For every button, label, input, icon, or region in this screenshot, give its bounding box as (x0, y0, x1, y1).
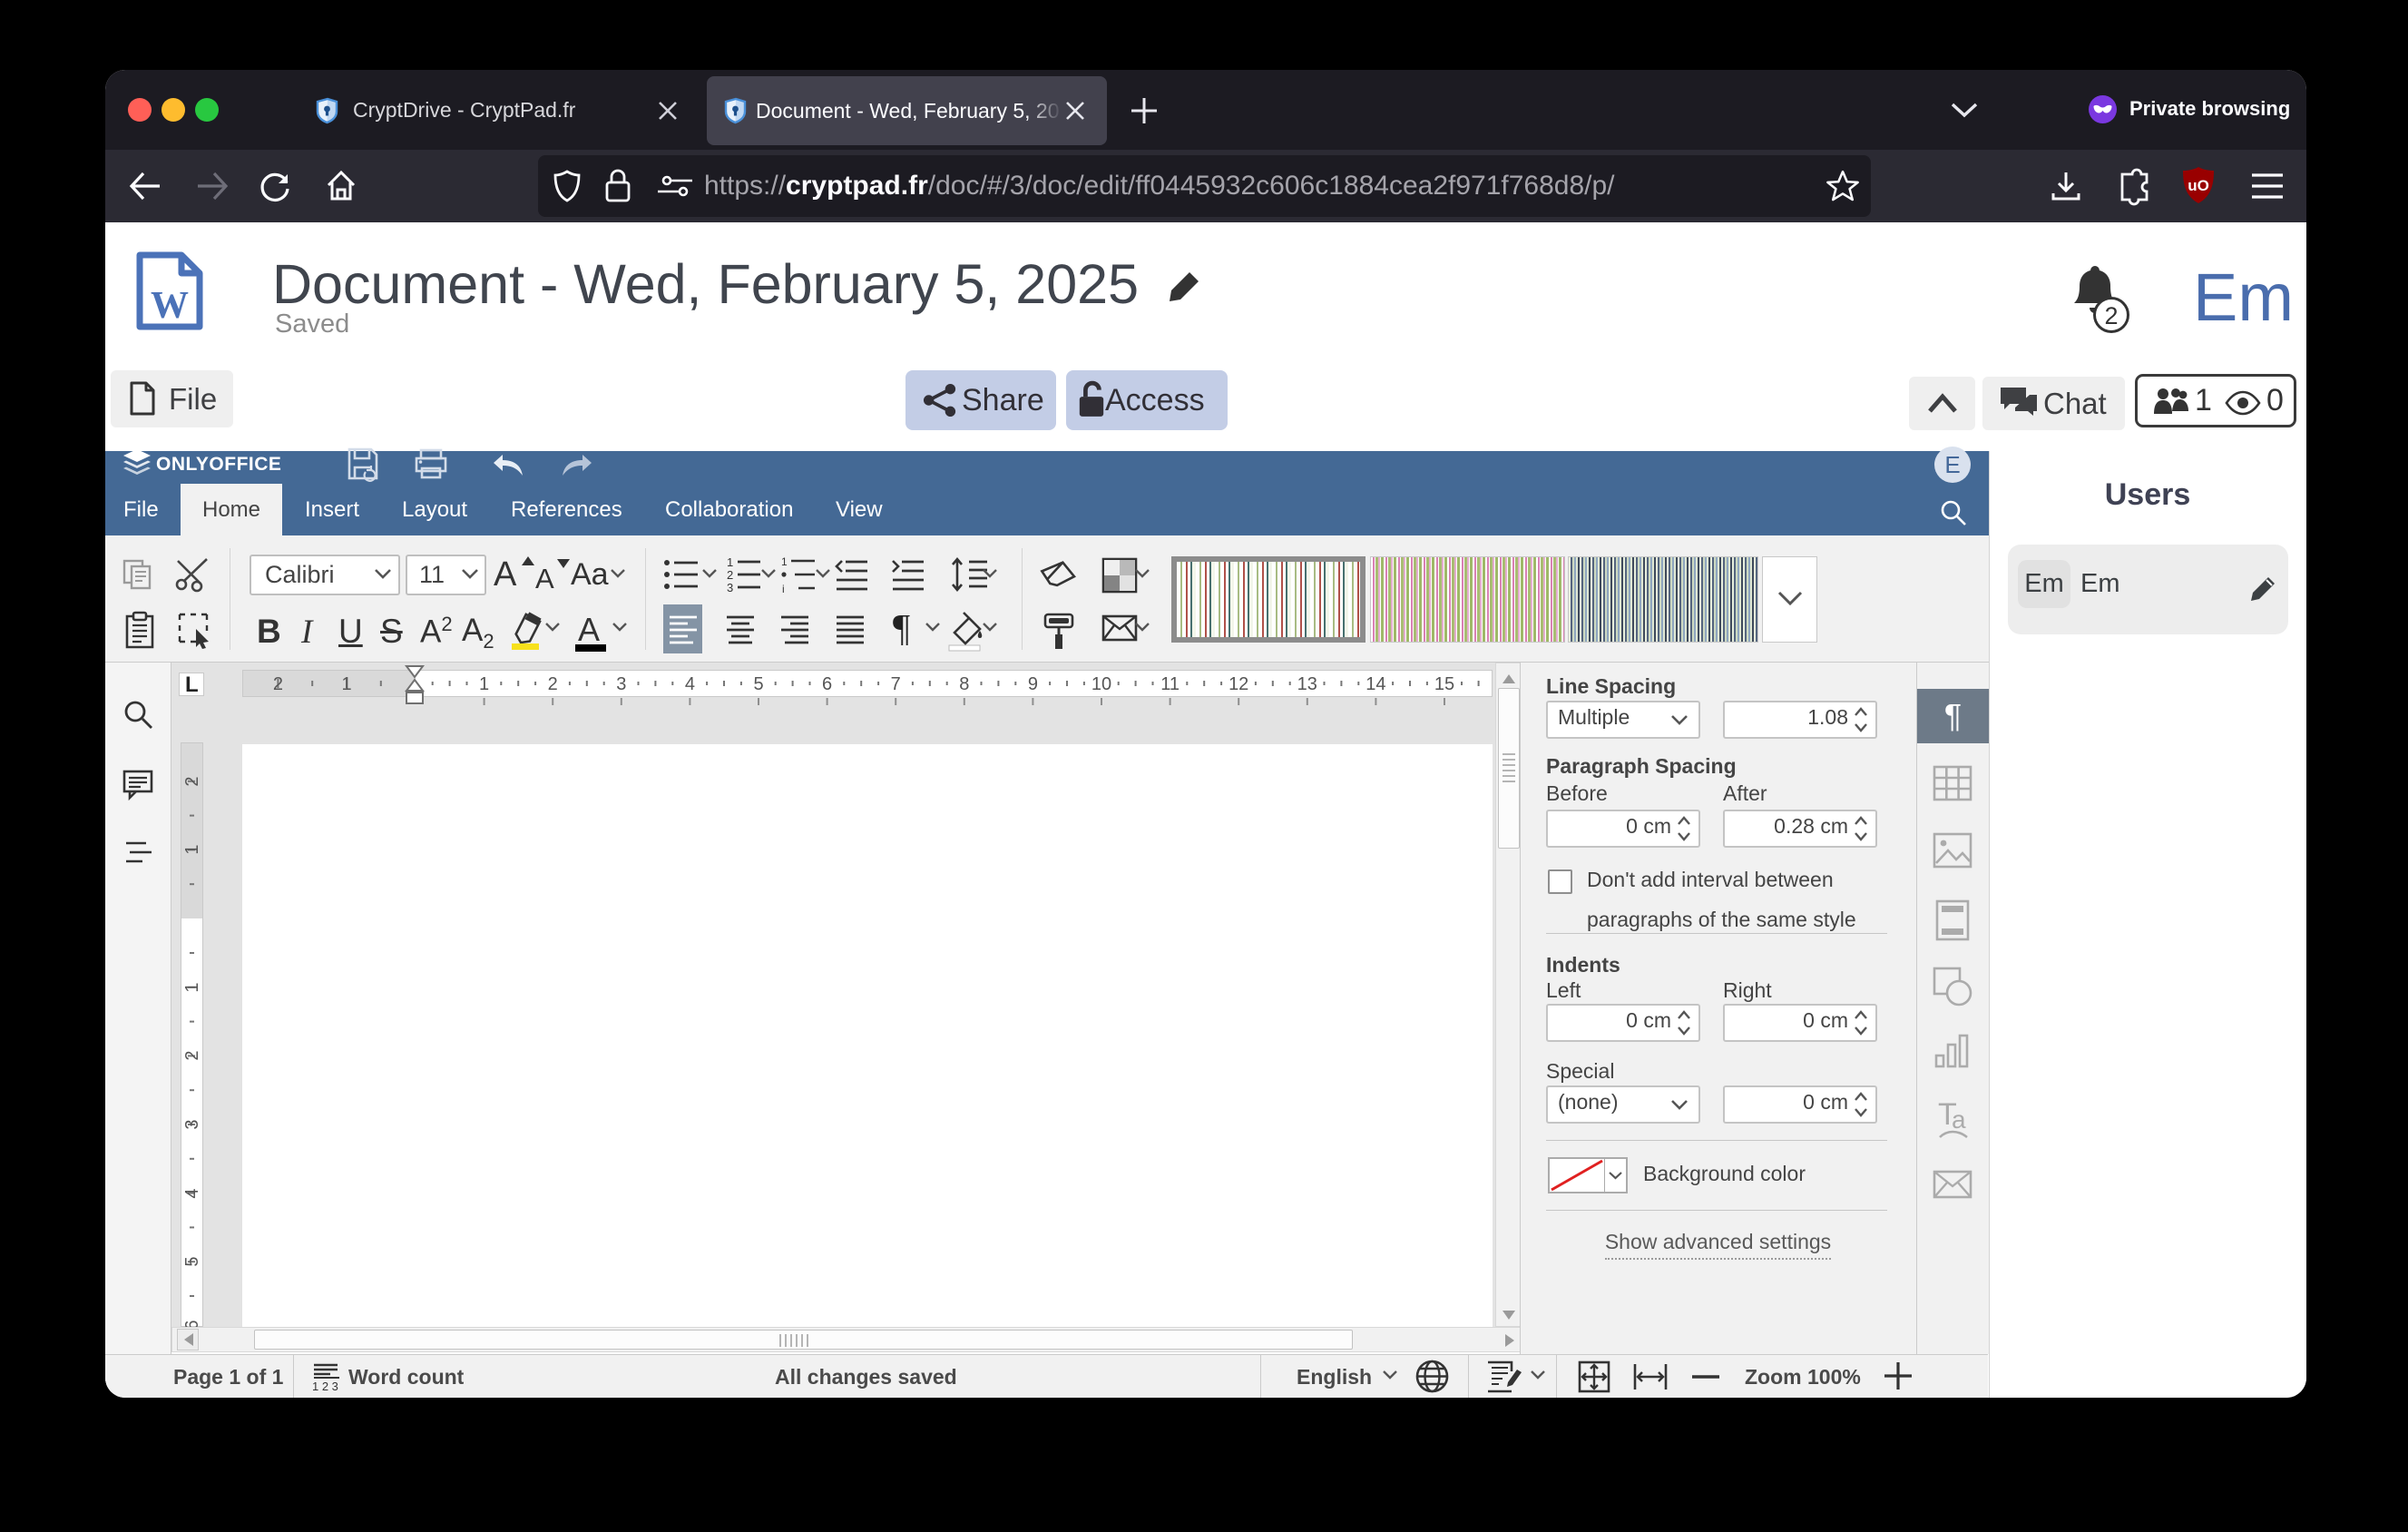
svg-text:13: 13 (1297, 674, 1317, 694)
svg-text:2: 2 (182, 776, 202, 786)
svg-text:4: 4 (685, 674, 695, 694)
svg-text:a: a (1952, 1105, 1966, 1134)
svg-text:10: 10 (1091, 674, 1111, 694)
svg-text:7: 7 (891, 674, 901, 694)
svg-text:14: 14 (1366, 674, 1385, 694)
svg-text:2: 2 (727, 568, 733, 582)
svg-text:11: 11 (1160, 674, 1180, 694)
svg-text:3: 3 (727, 581, 733, 594)
svg-text:5: 5 (753, 674, 763, 694)
svg-text:i: i (782, 583, 785, 595)
svg-text:8: 8 (959, 674, 969, 694)
svg-text:1: 1 (781, 555, 788, 568)
svg-text:3: 3 (182, 1119, 202, 1129)
svg-text:5: 5 (182, 1256, 202, 1266)
svg-text:6: 6 (822, 674, 832, 694)
svg-text:9: 9 (1028, 674, 1038, 694)
svg-text:W: W (151, 285, 189, 327)
svg-text:1 2 3: 1 2 3 (312, 1380, 338, 1393)
svg-text:4: 4 (182, 1188, 202, 1198)
svg-text:2: 2 (182, 1050, 202, 1060)
svg-text:1: 1 (182, 844, 202, 854)
svg-text:1: 1 (341, 674, 351, 694)
svg-text:1: 1 (182, 982, 202, 992)
svg-text:15: 15 (1434, 674, 1454, 694)
svg-text:3: 3 (616, 674, 626, 694)
svg-text:1: 1 (727, 555, 733, 569)
svg-text:uO: uO (2188, 177, 2209, 194)
svg-text:1: 1 (479, 674, 489, 694)
svg-text:2: 2 (273, 674, 283, 694)
svg-text:2: 2 (548, 674, 558, 694)
svg-text:12: 12 (1228, 674, 1248, 694)
